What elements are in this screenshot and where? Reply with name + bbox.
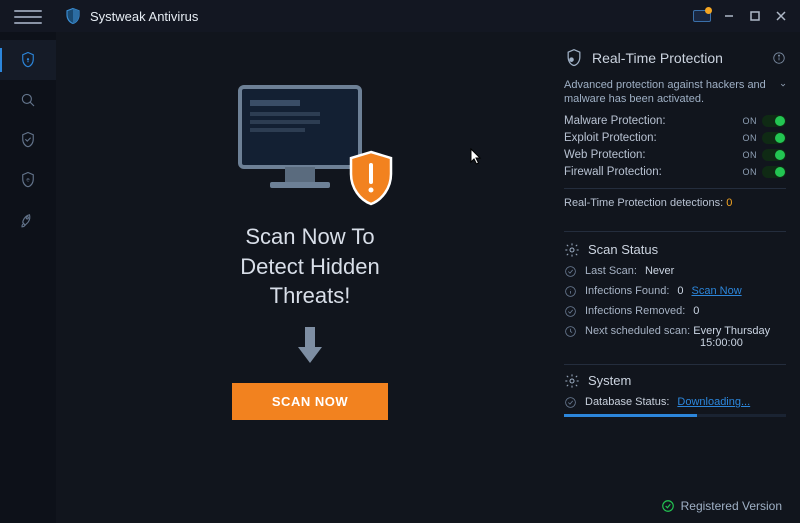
- infections-removed-value: 0: [693, 305, 699, 317]
- toggle-malware[interactable]: [762, 115, 786, 127]
- scan-status-section: Scan Status Last Scan: Never Infections …: [564, 231, 786, 356]
- prot-label: Malware Protection:: [564, 115, 666, 127]
- shield-warning-icon: [347, 150, 395, 206]
- sidebar-item-protection[interactable]: [0, 120, 56, 160]
- sidebar-item-boost[interactable]: [0, 200, 56, 240]
- titlebar: Systweak Antivirus: [0, 0, 800, 32]
- toggle-web[interactable]: [762, 149, 786, 161]
- last-scan-value: Never: [645, 265, 674, 277]
- app-title: Systweak Antivirus: [90, 9, 198, 24]
- footer-status: Registered Version: [661, 499, 782, 513]
- headline-line3: Threats!: [270, 283, 351, 308]
- clock-icon: [564, 325, 577, 338]
- prot-label: Firewall Protection:: [564, 166, 662, 178]
- arrow-down-icon: [294, 325, 326, 365]
- info-icon: [564, 285, 577, 298]
- infections-removed-row: Infections Removed: 0: [564, 305, 786, 318]
- toggle-firewall[interactable]: [762, 166, 786, 178]
- headline-line1: Scan Now To: [245, 224, 374, 249]
- prot-row-firewall: Firewall Protection: ON: [564, 166, 786, 178]
- toggle-exploit[interactable]: [762, 132, 786, 144]
- scan-now-button[interactable]: SCAN NOW: [232, 383, 388, 420]
- svg-text:e: e: [26, 178, 30, 184]
- prot-row-exploit: Exploit Protection: ON: [564, 132, 786, 144]
- db-status-label: Database Status:: [585, 396, 669, 408]
- maximize-button[interactable]: [744, 5, 766, 27]
- prot-state: ON: [743, 150, 758, 160]
- system-section: System Database Status: Downloading...: [564, 364, 786, 417]
- notification-badge[interactable]: [690, 6, 714, 26]
- rtp-title: Real-Time Protection: [592, 50, 723, 66]
- main-area: Scan Now To Detect Hidden Threats! SCAN …: [56, 32, 800, 523]
- infections-found-label: Infections Found:: [585, 285, 669, 297]
- db-status-value[interactable]: Downloading...: [677, 396, 750, 408]
- monitor-illustration: [230, 82, 390, 212]
- close-button[interactable]: [770, 5, 792, 27]
- prot-state: ON: [743, 133, 758, 143]
- check-icon: [564, 305, 577, 318]
- brand: Systweak Antivirus: [64, 7, 198, 25]
- next-scan-value: Every Thursday: [693, 325, 770, 337]
- database-status-row: Database Status: Downloading...: [564, 396, 786, 409]
- sidebar: e: [0, 32, 56, 523]
- next-scan-label: Next scheduled scan:: [585, 325, 690, 337]
- headline: Scan Now To Detect Hidden Threats!: [240, 222, 379, 311]
- sidebar-item-status[interactable]: [0, 40, 56, 80]
- check-icon: [564, 396, 577, 409]
- app-logo-icon: [64, 7, 82, 25]
- prot-row-web: Web Protection: ON: [564, 149, 786, 161]
- shield-icon: [564, 48, 584, 68]
- gear-icon: [564, 242, 580, 258]
- sidebar-item-quarantine[interactable]: e: [0, 160, 56, 200]
- rtp-detections: Real-Time Protection detections: 0: [564, 188, 786, 209]
- right-panel: Real-Time Protection Advanced protection…: [564, 32, 800, 523]
- footer-text: Registered Version: [681, 499, 782, 513]
- next-scan-time: 15:00:00: [700, 337, 770, 349]
- headline-line2: Detect Hidden: [240, 254, 379, 279]
- infections-removed-label: Infections Removed:: [585, 305, 685, 317]
- system-title: System: [588, 373, 631, 388]
- minimize-button[interactable]: [718, 5, 740, 27]
- prot-row-malware: Malware Protection: ON: [564, 115, 786, 127]
- check-circle-icon: [661, 499, 675, 513]
- prot-label: Exploit Protection:: [564, 132, 657, 144]
- prot-state: ON: [743, 116, 758, 126]
- db-progress-bar: [564, 414, 786, 417]
- scan-status-title: Scan Status: [588, 242, 658, 257]
- sidebar-item-scan[interactable]: [0, 80, 56, 120]
- last-scan-label: Last Scan:: [585, 265, 637, 277]
- chevron-down-icon: [780, 80, 786, 90]
- menu-toggle[interactable]: [14, 5, 42, 29]
- next-scan-row: Next scheduled scan: Every Thursday 15:0…: [564, 325, 786, 349]
- center-panel: Scan Now To Detect Hidden Threats! SCAN …: [56, 32, 564, 523]
- gear-icon: [564, 373, 580, 389]
- window-controls: [690, 5, 792, 27]
- detections-count: 0: [726, 197, 732, 209]
- prot-label: Web Protection:: [564, 149, 646, 161]
- check-icon: [564, 265, 577, 278]
- rtp-advanced-toggle[interactable]: Advanced protection against hackers and …: [564, 78, 786, 107]
- scan-now-link[interactable]: Scan Now: [692, 285, 742, 297]
- infections-found-value: 0: [677, 285, 683, 297]
- prot-state: ON: [743, 167, 758, 177]
- rtp-advanced-text: Advanced protection against hackers and …: [564, 78, 774, 107]
- last-scan-row: Last Scan: Never: [564, 265, 786, 278]
- detections-label: Real-Time Protection detections:: [564, 197, 723, 209]
- mouse-cursor: [470, 148, 483, 166]
- infections-found-row: Infections Found: 0 Scan Now: [564, 285, 786, 298]
- realtime-section: Real-Time Protection Advanced protection…: [564, 48, 786, 219]
- info-icon[interactable]: [772, 51, 786, 65]
